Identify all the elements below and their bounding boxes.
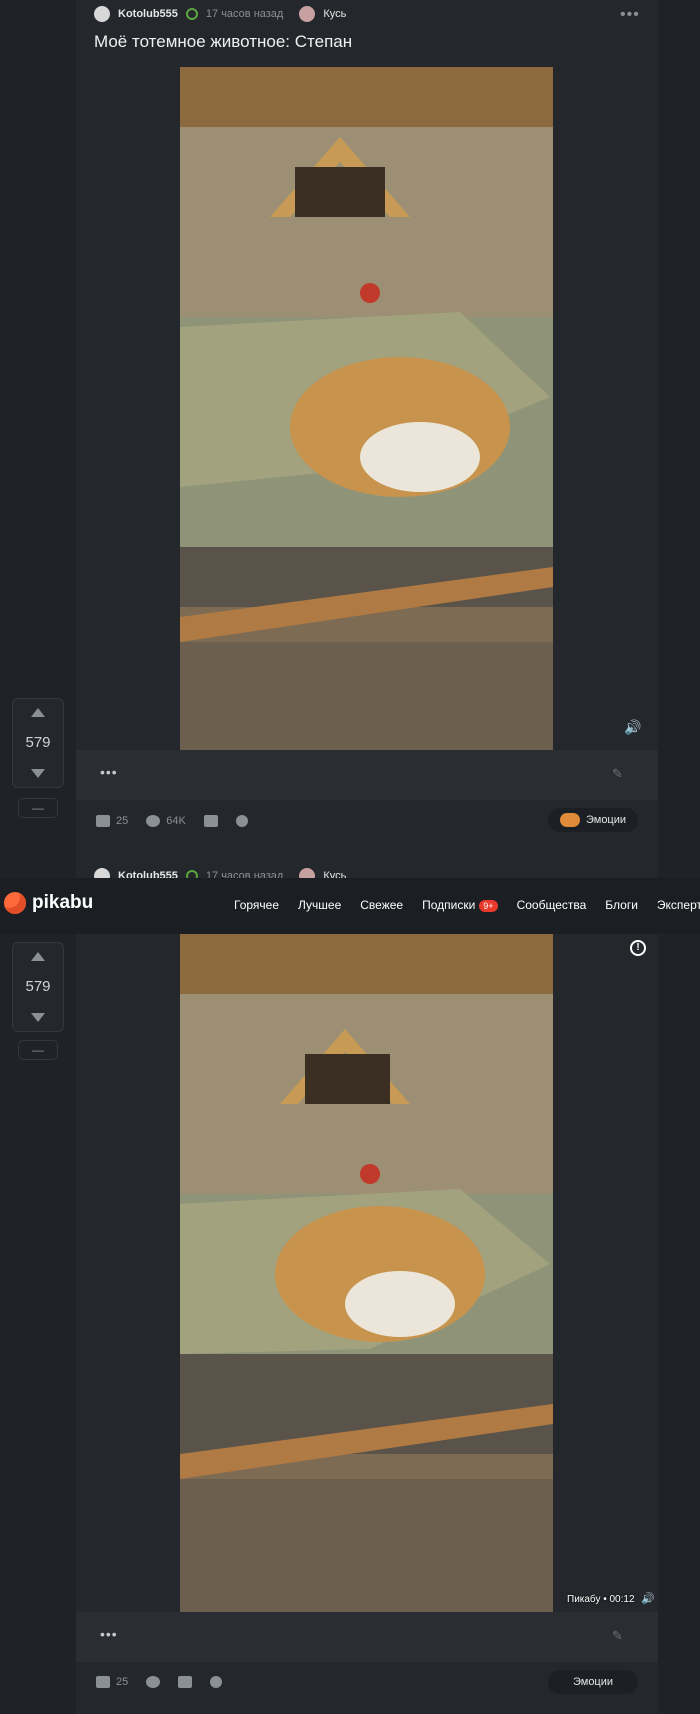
community-avatar-icon[interactable]	[299, 6, 316, 22]
save-button[interactable]	[178, 1676, 193, 1688]
video-player[interactable]	[180, 934, 553, 1612]
eye-icon	[146, 1676, 161, 1688]
nav-blogs[interactable]: Блоги	[605, 898, 638, 912]
pencil-icon[interactable]: ✎	[612, 1628, 623, 1644]
save-icon	[203, 815, 218, 827]
video-frame	[180, 67, 553, 750]
share-button[interactable]	[235, 815, 248, 827]
down-arrow-icon[interactable]	[31, 769, 45, 779]
post-time[interactable]: 17 часов назад	[206, 8, 283, 20]
emotions-button[interactable]: Эмоции	[548, 1670, 638, 1694]
nav-fresh[interactable]: Свежее	[360, 898, 403, 912]
top-navigation: pikabu Горячее Лучшее Свежее Подписки 9+ …	[0, 878, 700, 934]
vote-box: 579	[12, 942, 64, 1032]
nav-hot[interactable]: Горячее	[234, 898, 279, 912]
eye-icon	[146, 815, 161, 827]
nav-best[interactable]: Лучшее	[298, 898, 341, 912]
nav-subscriptions[interactable]: Подписки 9+	[422, 898, 498, 912]
pencil-icon[interactable]: ✎	[612, 766, 623, 782]
emotions-icon	[559, 813, 580, 827]
main-menu: Горячее Лучшее Свежее Подписки 9+ Сообщес…	[234, 898, 700, 912]
video-frame	[180, 934, 553, 1612]
pikabu-logo-icon	[4, 892, 26, 914]
more-icon[interactable]: •••	[100, 1626, 118, 1642]
share-button[interactable]	[210, 1676, 223, 1688]
post-actions: 25	[96, 1676, 223, 1688]
views-counter	[146, 1676, 161, 1688]
post-toolbar	[76, 750, 658, 800]
page: Kotolub555 17 часов назад Кусь ••• Моё т…	[0, 0, 700, 1714]
comment-icon	[96, 815, 110, 827]
verified-icon	[185, 8, 198, 20]
video-meta: Пикабу • 00:12	[567, 1594, 635, 1605]
nav-subscriptions-label: Подписки	[422, 898, 476, 912]
save-icon	[178, 1676, 193, 1688]
nav-communities[interactable]: Сообщества	[517, 898, 587, 912]
info-icon[interactable]: !	[630, 940, 646, 956]
post-header: Kotolub555 17 часов назад Кусь	[94, 6, 346, 22]
rating-value: 579	[25, 734, 51, 752]
avatar-icon[interactable]	[94, 6, 110, 22]
down-arrow-icon[interactable]	[31, 1013, 45, 1023]
sound-icon[interactable]: 🔊	[624, 719, 641, 736]
more-icon[interactable]: •••	[100, 764, 118, 780]
comments-button[interactable]: 25	[96, 1676, 128, 1688]
sound-icon[interactable]: 🔊	[641, 1592, 655, 1605]
post-toolbar	[76, 1612, 658, 1662]
subscriptions-badge: 9+	[479, 900, 498, 912]
emotions-label: Эмоции	[572, 1676, 614, 1688]
up-arrow-icon[interactable]	[31, 951, 45, 961]
comments-button[interactable]: 25	[96, 815, 128, 827]
logo[interactable]: pikabu	[4, 892, 93, 914]
rating-value: 579	[25, 978, 51, 996]
comment-icon	[96, 1676, 110, 1688]
emotions-label: Эмоции	[585, 814, 627, 826]
save-button[interactable]	[203, 815, 218, 827]
post-actions: 25 64K	[96, 815, 248, 827]
logo-text: pikabu	[32, 892, 94, 913]
community-link[interactable]: Кусь	[323, 8, 346, 20]
nav-expert[interactable]: Эксперт	[657, 898, 700, 912]
more-icon[interactable]: •••	[620, 6, 640, 24]
share-icon	[235, 815, 248, 827]
minus-button[interactable]: —	[18, 798, 58, 818]
emotions-button[interactable]: Эмоции	[548, 808, 638, 832]
share-icon	[210, 1676, 223, 1688]
minus-button[interactable]: —	[18, 1040, 58, 1060]
vote-box: 579	[12, 698, 64, 788]
post-title[interactable]: Моё тотемное животное: Степан	[94, 32, 352, 52]
up-arrow-icon[interactable]	[31, 707, 45, 717]
views-counter: 64K	[146, 815, 186, 827]
author-link[interactable]: Kotolub555	[118, 8, 178, 20]
video-player[interactable]: 🔊	[180, 67, 553, 750]
